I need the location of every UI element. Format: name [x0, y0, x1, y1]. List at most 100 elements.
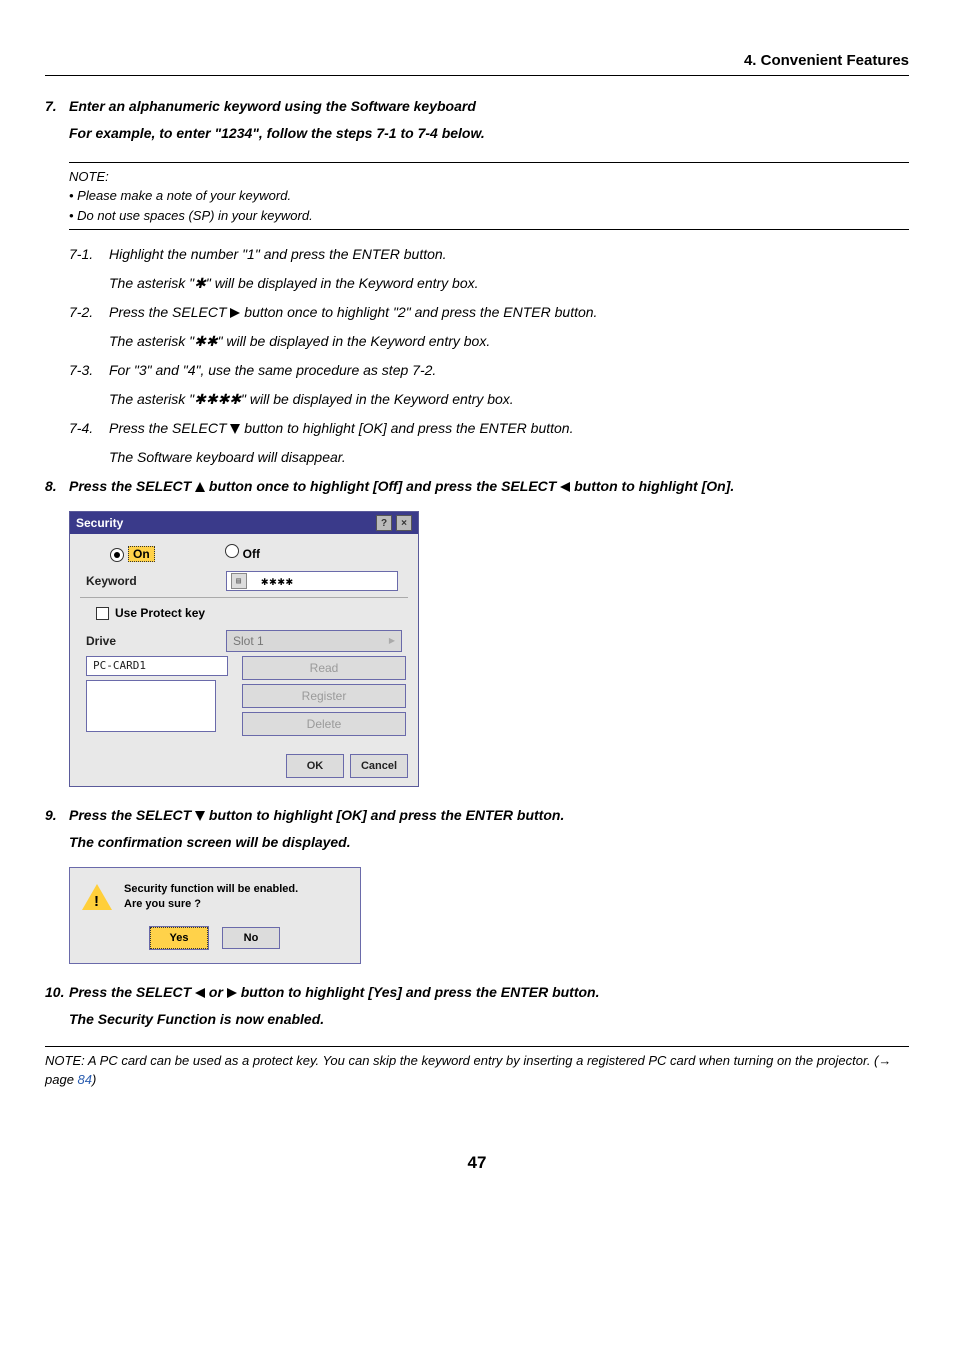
step-10: 10.Press the SELECT or button to highlig…	[45, 982, 909, 1003]
divider	[80, 597, 408, 598]
step-7-line2: For example, to enter "1234", follow the…	[69, 123, 909, 144]
card-area: PC-CARD1 Read Register Delete	[80, 656, 408, 740]
step-text: or	[205, 984, 227, 1000]
keyword-label: Keyword	[80, 572, 226, 590]
substep-7-1-follow: The asterisk "✱" will be displayed in th…	[109, 273, 909, 294]
security-dialog: Security ? × On Off Keyword ▤ ✱✱✱✱ Use P…	[69, 511, 419, 787]
triangle-down-icon	[195, 811, 205, 821]
use-protect-key-row[interactable]: Use Protect key	[80, 600, 408, 626]
substep-7-4: 7-4.Press the SELECT button to highlight…	[69, 418, 909, 439]
triangle-down-icon	[230, 424, 240, 434]
substep-text: Press the SELECT	[109, 420, 230, 436]
confirm-line1: Security function will be enabled.	[124, 882, 298, 897]
no-button[interactable]: No	[222, 927, 280, 949]
substep-num: 7-2.	[69, 302, 109, 323]
step-text: The Security Function is now enabled.	[69, 1011, 324, 1027]
cancel-label: Cancel	[361, 758, 397, 775]
warning-icon	[82, 884, 112, 910]
step-text: button to highlight [OK] and press the E…	[205, 807, 564, 823]
close-icon[interactable]: ×	[396, 515, 412, 531]
substep-7-3: 7-3.For "3" and "4", use the same proced…	[69, 360, 909, 381]
substep-text: button once to highlight "2" and press t…	[240, 304, 597, 320]
confirm-button-row: Yes No	[70, 921, 360, 963]
page-number: 47	[45, 1150, 909, 1176]
pc-card-field[interactable]: PC-CARD1	[86, 656, 228, 676]
triangle-left-icon	[195, 988, 205, 998]
dialog-title-text: Security	[76, 514, 372, 532]
step-text: The confirmation screen will be displaye…	[69, 834, 351, 850]
keyword-value: ✱✱✱✱	[261, 572, 294, 590]
use-protect-label: Use Protect key	[115, 606, 205, 620]
step-9: 9.Press the SELECT button to highlight […	[45, 805, 909, 826]
triangle-right-icon	[227, 988, 237, 998]
triangle-right-icon	[230, 308, 240, 318]
substep-text: Press the SELECT	[109, 304, 230, 320]
drive-row: Drive Slot 1 ▶	[80, 626, 408, 656]
substep-7-2: 7-2.Press the SELECT button once to high…	[69, 302, 909, 323]
step-text: Press the SELECT	[69, 807, 195, 823]
card-list[interactable]	[86, 680, 216, 732]
checkbox-icon	[96, 607, 109, 620]
step-text: Press the SELECT	[69, 984, 195, 1000]
keyword-field[interactable]: ▤ ✱✱✱✱	[226, 571, 398, 591]
radio-off[interactable]: Off	[225, 544, 260, 563]
substep-7-2-follow: The asterisk "✱✱" will be displayed in t…	[109, 331, 909, 352]
delete-label: Delete	[307, 715, 342, 733]
register-button[interactable]: Register	[242, 684, 406, 708]
page-link[interactable]: 84	[78, 1072, 92, 1087]
ok-label: OK	[307, 758, 324, 775]
substep-text: button to highlight [OK] and press the E…	[240, 420, 573, 436]
section-header: 4. Convenient Features	[45, 50, 909, 76]
step-9-line2: The confirmation screen will be displaye…	[69, 832, 909, 853]
section-title: 4. Convenient Features	[744, 52, 909, 69]
note-text: )	[92, 1072, 96, 1087]
note-text: NOTE: A PC card can be used as a protect…	[45, 1053, 891, 1088]
radio-icon	[225, 544, 239, 558]
dialog-button-row: OK Cancel	[70, 746, 418, 786]
dialog-titlebar: Security ? ×	[70, 512, 418, 534]
step-8: 8.Press the SELECT button once to highli…	[45, 476, 909, 497]
step-text: Press the SELECT	[69, 478, 195, 494]
no-label: No	[244, 930, 259, 947]
substep-7-4-follow: The Software keyboard will disappear.	[109, 447, 909, 468]
delete-button[interactable]: Delete	[242, 712, 406, 736]
ok-button[interactable]: OK	[286, 754, 344, 778]
step-text: For example, to enter "1234", follow the…	[69, 125, 485, 141]
step-text: button to highlight [Yes] and press the …	[237, 984, 600, 1000]
register-label: Register	[302, 687, 347, 705]
substep-num: 7-3.	[69, 360, 109, 381]
confirm-dialog: Security function will be enabled. Are y…	[69, 867, 361, 964]
step-7: 7.Enter an alphanumeric keyword using th…	[45, 96, 909, 117]
confirm-line2: Are you sure ?	[124, 897, 298, 912]
step-text: button once to highlight [Off] and press…	[205, 478, 560, 494]
step-number: 9.	[45, 805, 69, 826]
drive-value: Slot 1	[233, 632, 264, 650]
dialog-body: On Off Keyword ▤ ✱✱✱✱ Use Protect key Dr…	[70, 534, 418, 746]
drive-select[interactable]: Slot 1 ▶	[226, 630, 402, 652]
note-box-1: NOTE: • Please make a note of your keywo…	[69, 162, 909, 231]
keyboard-icon: ▤	[231, 573, 247, 589]
substep-7-3-follow: The asterisk "✱✱✱✱" will be displayed in…	[109, 389, 909, 410]
keyword-row: Keyword ▤ ✱✱✱✱	[80, 567, 408, 595]
substep-num: 7-1.	[69, 244, 109, 265]
note-bullet: • Please make a note of your keyword.	[69, 186, 909, 206]
step-number: 8.	[45, 476, 69, 497]
read-button[interactable]: Read	[242, 656, 406, 680]
step-text: Enter an alphanumeric keyword using the …	[69, 98, 476, 114]
yes-label: Yes	[170, 930, 189, 947]
note-box-2: NOTE: A PC card can be used as a protect…	[45, 1046, 909, 1090]
radio-on-label: On	[128, 546, 155, 562]
substep-text: Highlight the number "1" and press the E…	[109, 246, 447, 262]
step-text: button to highlight [On].	[570, 478, 734, 494]
drive-label: Drive	[80, 632, 226, 650]
help-icon[interactable]: ?	[376, 515, 392, 531]
substep-num: 7-4.	[69, 418, 109, 439]
yes-button[interactable]: Yes	[150, 927, 208, 949]
radio-on[interactable]: On	[110, 545, 155, 563]
note-title: NOTE:	[69, 167, 909, 187]
substep-text: For "3" and "4", use the same procedure …	[109, 362, 436, 378]
step-10-line2: The Security Function is now enabled.	[69, 1009, 909, 1030]
triangle-left-icon	[560, 482, 570, 492]
cancel-button[interactable]: Cancel	[350, 754, 408, 778]
read-label: Read	[310, 659, 339, 677]
